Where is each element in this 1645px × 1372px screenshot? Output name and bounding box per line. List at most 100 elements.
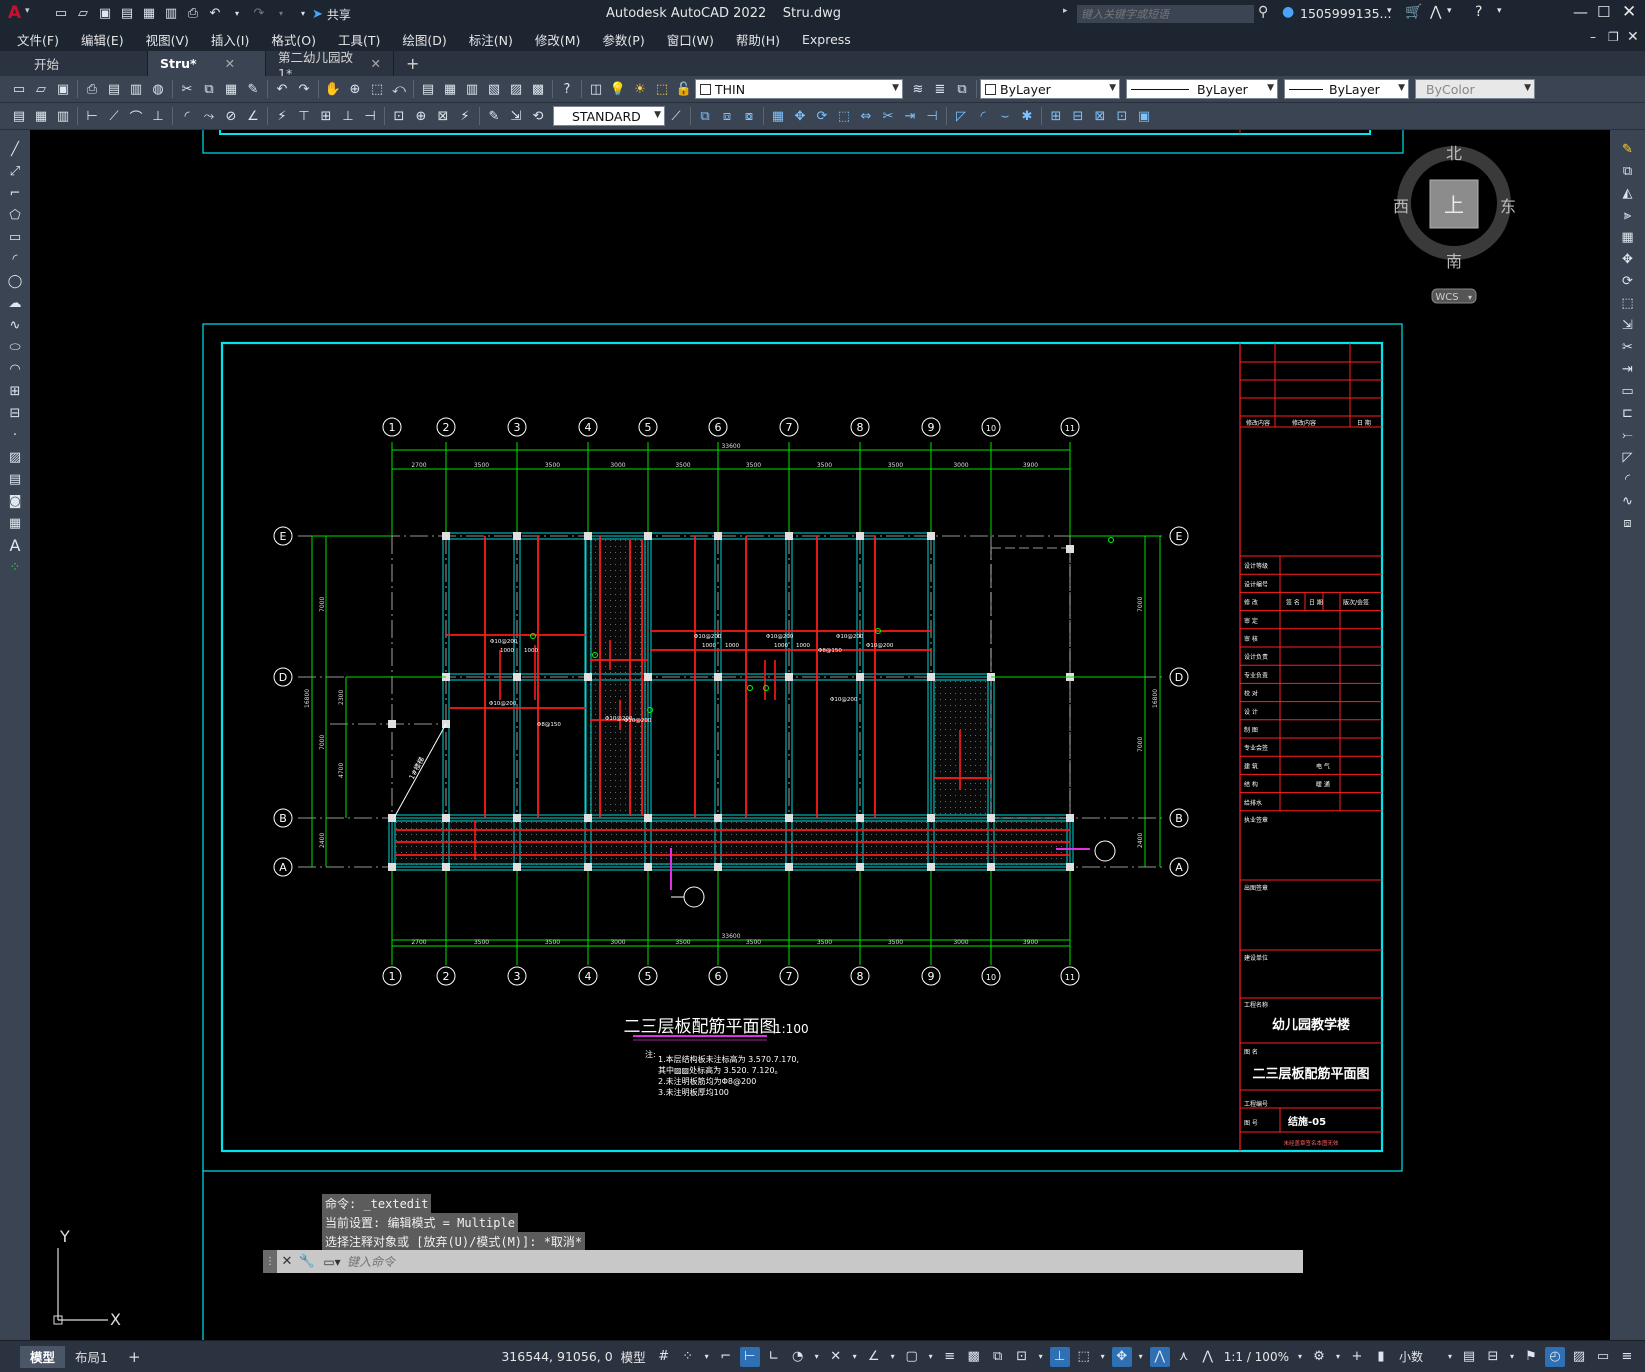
menu-dimension[interactable]: 标注(N)	[458, 30, 524, 49]
gradient-icon[interactable]: ▤	[6, 470, 24, 488]
save-as-icon[interactable]: ▤	[118, 4, 136, 22]
menu-parametric[interactable]: 参数(P)	[591, 30, 655, 49]
calculator-icon[interactable]: ▩	[529, 80, 547, 98]
table-icon[interactable]: ▦	[6, 514, 24, 532]
snap-dropdown-icon[interactable]: ▾	[702, 1347, 712, 1367]
polygon-icon[interactable]: ⬠	[6, 206, 24, 224]
hatch-icon[interactable]: ▨	[6, 448, 24, 466]
image-icon[interactable]: ▣	[1135, 107, 1153, 125]
ordinate-dim-icon[interactable]: ⊥	[149, 107, 167, 125]
save-web-icon[interactable]: ▥	[162, 4, 180, 22]
polyline-icon[interactable]: ⌐	[6, 184, 24, 202]
quick-dim-icon[interactable]: ⚡	[273, 107, 291, 125]
undo-icon[interactable]: ↶	[273, 80, 291, 98]
menu-view[interactable]: 视图(V)	[135, 30, 200, 49]
menu-help[interactable]: 帮助(H)	[725, 30, 791, 49]
transparency-icon[interactable]: ▩	[964, 1347, 984, 1367]
model-space-canvas[interactable]: 33600 33600 2700 3500 3500 3000 3500 3500 3500 35…	[30, 130, 1610, 1340]
customize-qat-icon[interactable]: ▾	[294, 4, 312, 22]
linetype-dropdown[interactable]: ByLayer ▼	[1126, 79, 1278, 99]
stretch-tool-icon[interactable]: ⇔	[857, 107, 875, 125]
search-expand-icon[interactable]: ▸	[1063, 6, 1068, 16]
offset-icon[interactable]: ⫸	[1619, 206, 1637, 224]
tool-a-icon[interactable]: ▤	[10, 107, 28, 125]
zoom-previous-icon[interactable]: ⤺	[390, 80, 408, 98]
autodesk-app-icon[interactable]: ⋀	[1430, 4, 1441, 20]
new-file-icon[interactable]: ▭	[52, 4, 70, 22]
insert-block-icon[interactable]: ⊞	[6, 382, 24, 400]
lineweight-toggle-icon[interactable]: ≡	[940, 1347, 960, 1367]
annotation-monitor-icon[interactable]: +	[1347, 1347, 1367, 1367]
explode-icon[interactable]: ⧈	[1619, 514, 1637, 532]
stretch-icon[interactable]: ⇲	[1619, 316, 1637, 334]
search-icon[interactable]: ⚲	[1258, 4, 1268, 20]
autodesk-app-dropdown-icon[interactable]: ▾	[1447, 6, 1452, 16]
match-properties-icon[interactable]: ✎	[244, 80, 262, 98]
annotation-scale-icon[interactable]: ⋀	[1198, 1347, 1218, 1367]
open-file-icon[interactable]: ▱	[74, 4, 92, 22]
dim-break-icon[interactable]: ⊣	[361, 107, 379, 125]
extend-tool-icon[interactable]: ⇥	[901, 107, 919, 125]
osnap-tracking-dropdown-icon[interactable]: ▾	[888, 1347, 898, 1367]
layer-freeze-icon[interactable]: ☀	[631, 80, 649, 98]
3d-osnap-icon[interactable]: ⊡	[1012, 1347, 1032, 1367]
layer-on-icon[interactable]: 💡	[609, 80, 627, 98]
object-snap-icon[interactable]: ▢	[902, 1347, 922, 1367]
save-icon[interactable]: ▣	[54, 80, 72, 98]
compass-north[interactable]: 北	[1446, 144, 1462, 163]
close-icon[interactable]: ✕	[1622, 2, 1636, 22]
compass-west[interactable]: 西	[1393, 197, 1409, 216]
mirror-icon[interactable]: ◭	[1619, 184, 1637, 202]
extend-icon[interactable]: ⇥	[1619, 360, 1637, 378]
aligned-dim-icon[interactable]: ⟋	[105, 107, 123, 125]
polar-icon[interactable]: ◔	[788, 1347, 808, 1367]
angular-dim-icon[interactable]: ∠	[244, 107, 262, 125]
zoom-window-icon[interactable]: ⬚	[368, 80, 386, 98]
insert-block-icon[interactable]: ⊞	[1047, 107, 1065, 125]
redo-icon[interactable]: ↷	[250, 4, 268, 22]
tab-stru[interactable]: Stru* ✕	[148, 51, 266, 76]
scale-tool-icon[interactable]: ⬚	[835, 107, 853, 125]
workspace-dropdown-icon[interactable]: ▾	[1333, 1347, 1343, 1367]
isodraft-icon[interactable]: ✕	[826, 1347, 846, 1367]
tab-close-icon[interactable]: ✕	[371, 56, 381, 71]
qnew-icon[interactable]: ▭	[10, 80, 28, 98]
blend-curves-icon[interactable]: ∿	[1619, 492, 1637, 510]
arc-icon[interactable]: ◜	[6, 250, 24, 268]
continue-dim-icon[interactable]: ⊞	[317, 107, 335, 125]
spline-icon[interactable]: ∿	[6, 316, 24, 334]
move-tool-icon[interactable]: ✥	[791, 107, 809, 125]
break-at-point-icon[interactable]: ▭	[1619, 382, 1637, 400]
grid-icon[interactable]: #	[654, 1347, 674, 1367]
lineweight-dropdown[interactable]: ByLayer ▼	[1284, 79, 1409, 99]
layer-dropdown[interactable]: THIN ▼	[695, 79, 903, 99]
lock-ui-icon[interactable]: ⊟	[1483, 1347, 1503, 1367]
graphics-performance-icon[interactable]: ◴	[1545, 1346, 1565, 1367]
menu-modify[interactable]: 修改(M)	[524, 30, 592, 49]
inspection-icon[interactable]: ⊠	[434, 107, 452, 125]
attribute-icon[interactable]: ⊠	[1091, 107, 1109, 125]
publish-icon[interactable]: ▥	[127, 80, 145, 98]
design-center-icon[interactable]: ◍	[149, 80, 167, 98]
dimstyle-manager-icon[interactable]: ⟋	[667, 107, 685, 125]
redo-dropdown-icon[interactable]: ▾	[272, 4, 290, 22]
autocad-logo-icon[interactable]: A	[8, 3, 21, 23]
layer-state-icon[interactable]: ⧉	[953, 80, 971, 98]
break-tool-icon[interactable]: ⊣	[923, 107, 941, 125]
color-dropdown[interactable]: ByLayer ▼	[980, 79, 1120, 99]
copy-icon[interactable]: ⧉	[200, 80, 218, 98]
quick-properties-icon[interactable]: ▤	[1459, 1347, 1479, 1367]
baseline-dim-icon[interactable]: ⊤	[295, 107, 313, 125]
menu-window[interactable]: 窗口(W)	[656, 30, 725, 49]
tolerance-icon[interactable]: ⊡	[390, 107, 408, 125]
menu-file[interactable]: 文件(F)	[6, 30, 70, 49]
rectangle-icon[interactable]: ▭	[6, 228, 24, 246]
radius-dim-icon[interactable]: ◜	[178, 107, 196, 125]
layer-properties-icon[interactable]: ◫	[587, 80, 605, 98]
tool-c-icon[interactable]: ▥	[54, 107, 72, 125]
clean-screen-icon[interactable]: ▨	[1569, 1347, 1589, 1367]
make-current-layer-icon[interactable]: ≋	[909, 80, 927, 98]
auto-scale-icon[interactable]: ⋏	[1174, 1347, 1194, 1367]
fillet-icon[interactable]: ◜	[1619, 470, 1637, 488]
doc-close-icon[interactable]: ✕	[1627, 29, 1639, 45]
